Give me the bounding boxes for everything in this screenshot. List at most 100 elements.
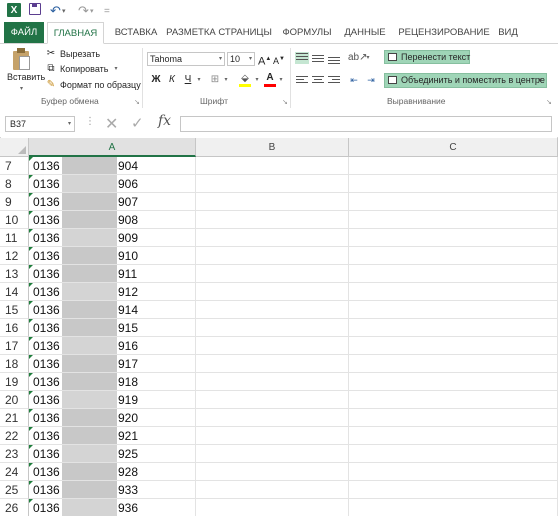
- align-right-icon[interactable]: [327, 74, 341, 86]
- font-color-button[interactable]: A: [264, 71, 276, 87]
- tab-review[interactable]: РЕЦЕНЗИРОВАНИЕ: [396, 22, 492, 44]
- cell-c[interactable]: [349, 373, 558, 391]
- cell-b[interactable]: [196, 247, 349, 265]
- cell-b[interactable]: [196, 337, 349, 355]
- row-header[interactable]: 10: [0, 211, 29, 229]
- copy-dropdown-icon[interactable]: ▾: [114, 65, 117, 72]
- row-header[interactable]: 26: [0, 499, 29, 516]
- decrease-indent-icon[interactable]: ⇤: [347, 73, 361, 87]
- cell-a[interactable]: 0136 920: [29, 409, 196, 427]
- redo-dropdown-icon[interactable]: ▾: [90, 3, 94, 19]
- row-header[interactable]: 22: [0, 427, 29, 445]
- row-header[interactable]: 25: [0, 481, 29, 499]
- wrap-text-button[interactable]: Перенести текст: [384, 50, 470, 64]
- cell-a[interactable]: 0136 915: [29, 319, 196, 337]
- cell-a[interactable]: 0136 918: [29, 373, 196, 391]
- cell-a[interactable]: 0136 928: [29, 463, 196, 481]
- row-header[interactable]: 14: [0, 283, 29, 301]
- column-header-a[interactable]: A: [29, 138, 196, 157]
- formula-bar-grip-icon[interactable]: ⋮: [85, 116, 95, 127]
- cell-c[interactable]: [349, 193, 558, 211]
- borders-dropdown-icon[interactable]: ▾: [222, 73, 230, 87]
- cell-b[interactable]: [196, 301, 349, 319]
- cell-c[interactable]: [349, 301, 558, 319]
- cell-b[interactable]: [196, 319, 349, 337]
- cell-a[interactable]: 0136 917: [29, 355, 196, 373]
- orientation-icon[interactable]: ab↗: [348, 51, 368, 65]
- cell-b[interactable]: [196, 391, 349, 409]
- cell-b[interactable]: [196, 499, 349, 516]
- row-header[interactable]: 23: [0, 445, 29, 463]
- save-icon[interactable]: [29, 3, 41, 15]
- row-header[interactable]: 9: [0, 193, 29, 211]
- cell-a[interactable]: 0136 912: [29, 283, 196, 301]
- font-size-select[interactable]: 10 ▾: [227, 52, 255, 66]
- enter-icon[interactable]: ✓: [131, 114, 144, 132]
- cell-c[interactable]: [349, 175, 558, 193]
- font-name-select[interactable]: Tahoma ▾: [147, 52, 225, 66]
- italic-button[interactable]: К: [166, 73, 178, 87]
- cell-c[interactable]: [349, 337, 558, 355]
- cell-c[interactable]: [349, 481, 558, 499]
- tab-formulas[interactable]: ФОРМУЛЫ: [278, 22, 336, 44]
- orientation-dropdown-icon[interactable]: ▾: [364, 51, 372, 65]
- undo-icon[interactable]: ↶: [50, 3, 61, 19]
- cell-c[interactable]: [349, 157, 558, 175]
- cell-b[interactable]: [196, 211, 349, 229]
- row-header[interactable]: 19: [0, 373, 29, 391]
- redo-icon[interactable]: ↷: [78, 3, 89, 19]
- cell-b[interactable]: [196, 409, 349, 427]
- cell-b[interactable]: [196, 229, 349, 247]
- cell-a[interactable]: 0136 933: [29, 481, 196, 499]
- align-left-icon[interactable]: [295, 74, 309, 86]
- cell-b[interactable]: [196, 283, 349, 301]
- column-header-c[interactable]: C: [349, 138, 558, 157]
- grow-font-button[interactable]: A▲: [258, 52, 271, 68]
- select-all-corner[interactable]: [0, 138, 29, 157]
- cell-c[interactable]: [349, 427, 558, 445]
- cell-a[interactable]: 0136 919: [29, 391, 196, 409]
- cell-c[interactable]: [349, 211, 558, 229]
- tab-home[interactable]: ГЛАВНАЯ: [47, 22, 104, 44]
- cell-a[interactable]: 0136 916: [29, 337, 196, 355]
- undo-dropdown-icon[interactable]: ▾: [62, 3, 66, 19]
- cell-a[interactable]: 0136 906: [29, 175, 196, 193]
- column-header-b[interactable]: B: [196, 138, 349, 157]
- cell-a[interactable]: 0136 914: [29, 301, 196, 319]
- cell-a[interactable]: 0136 904: [29, 157, 196, 175]
- format-painter-button[interactable]: ✎ Формат по образцу: [45, 78, 141, 91]
- cell-c[interactable]: [349, 463, 558, 481]
- cell-a[interactable]: 0136 925: [29, 445, 196, 463]
- cell-b[interactable]: [196, 427, 349, 445]
- merge-dropdown-icon[interactable]: ▾: [538, 74, 542, 87]
- name-box[interactable]: B37 ▾: [5, 116, 75, 132]
- cell-a[interactable]: 0136 907: [29, 193, 196, 211]
- paste-dropdown-icon[interactable]: ▾: [20, 85, 23, 92]
- excel-logo-icon[interactable]: X: [7, 3, 21, 17]
- align-top-icon[interactable]: [295, 52, 309, 64]
- cell-b[interactable]: [196, 157, 349, 175]
- row-header[interactable]: 24: [0, 463, 29, 481]
- row-header[interactable]: 17: [0, 337, 29, 355]
- cell-a[interactable]: 0136 911: [29, 265, 196, 283]
- alignment-launcher-icon[interactable]: ↘: [546, 98, 552, 106]
- tab-insert[interactable]: ВСТАВКА: [112, 22, 160, 44]
- align-center-icon[interactable]: [311, 74, 325, 86]
- cut-button[interactable]: ✂ Вырезать: [45, 47, 100, 60]
- cell-b[interactable]: [196, 463, 349, 481]
- tab-file[interactable]: ФАЙЛ: [4, 22, 44, 44]
- cell-c[interactable]: [349, 229, 558, 247]
- cell-a[interactable]: 0136 908: [29, 211, 196, 229]
- row-header[interactable]: 7: [0, 157, 29, 175]
- borders-icon[interactable]: ⊞: [208, 73, 222, 87]
- row-header[interactable]: 20: [0, 391, 29, 409]
- cell-b[interactable]: [196, 355, 349, 373]
- row-header[interactable]: 18: [0, 355, 29, 373]
- cell-c[interactable]: [349, 319, 558, 337]
- formula-input[interactable]: [180, 116, 552, 132]
- tab-data[interactable]: ДАННЫЕ: [341, 22, 389, 44]
- underline-button[interactable]: Ч: [182, 73, 194, 87]
- copy-button[interactable]: ⧉ Копировать ▾: [45, 62, 117, 75]
- cell-c[interactable]: [349, 391, 558, 409]
- align-bottom-icon[interactable]: [327, 52, 341, 64]
